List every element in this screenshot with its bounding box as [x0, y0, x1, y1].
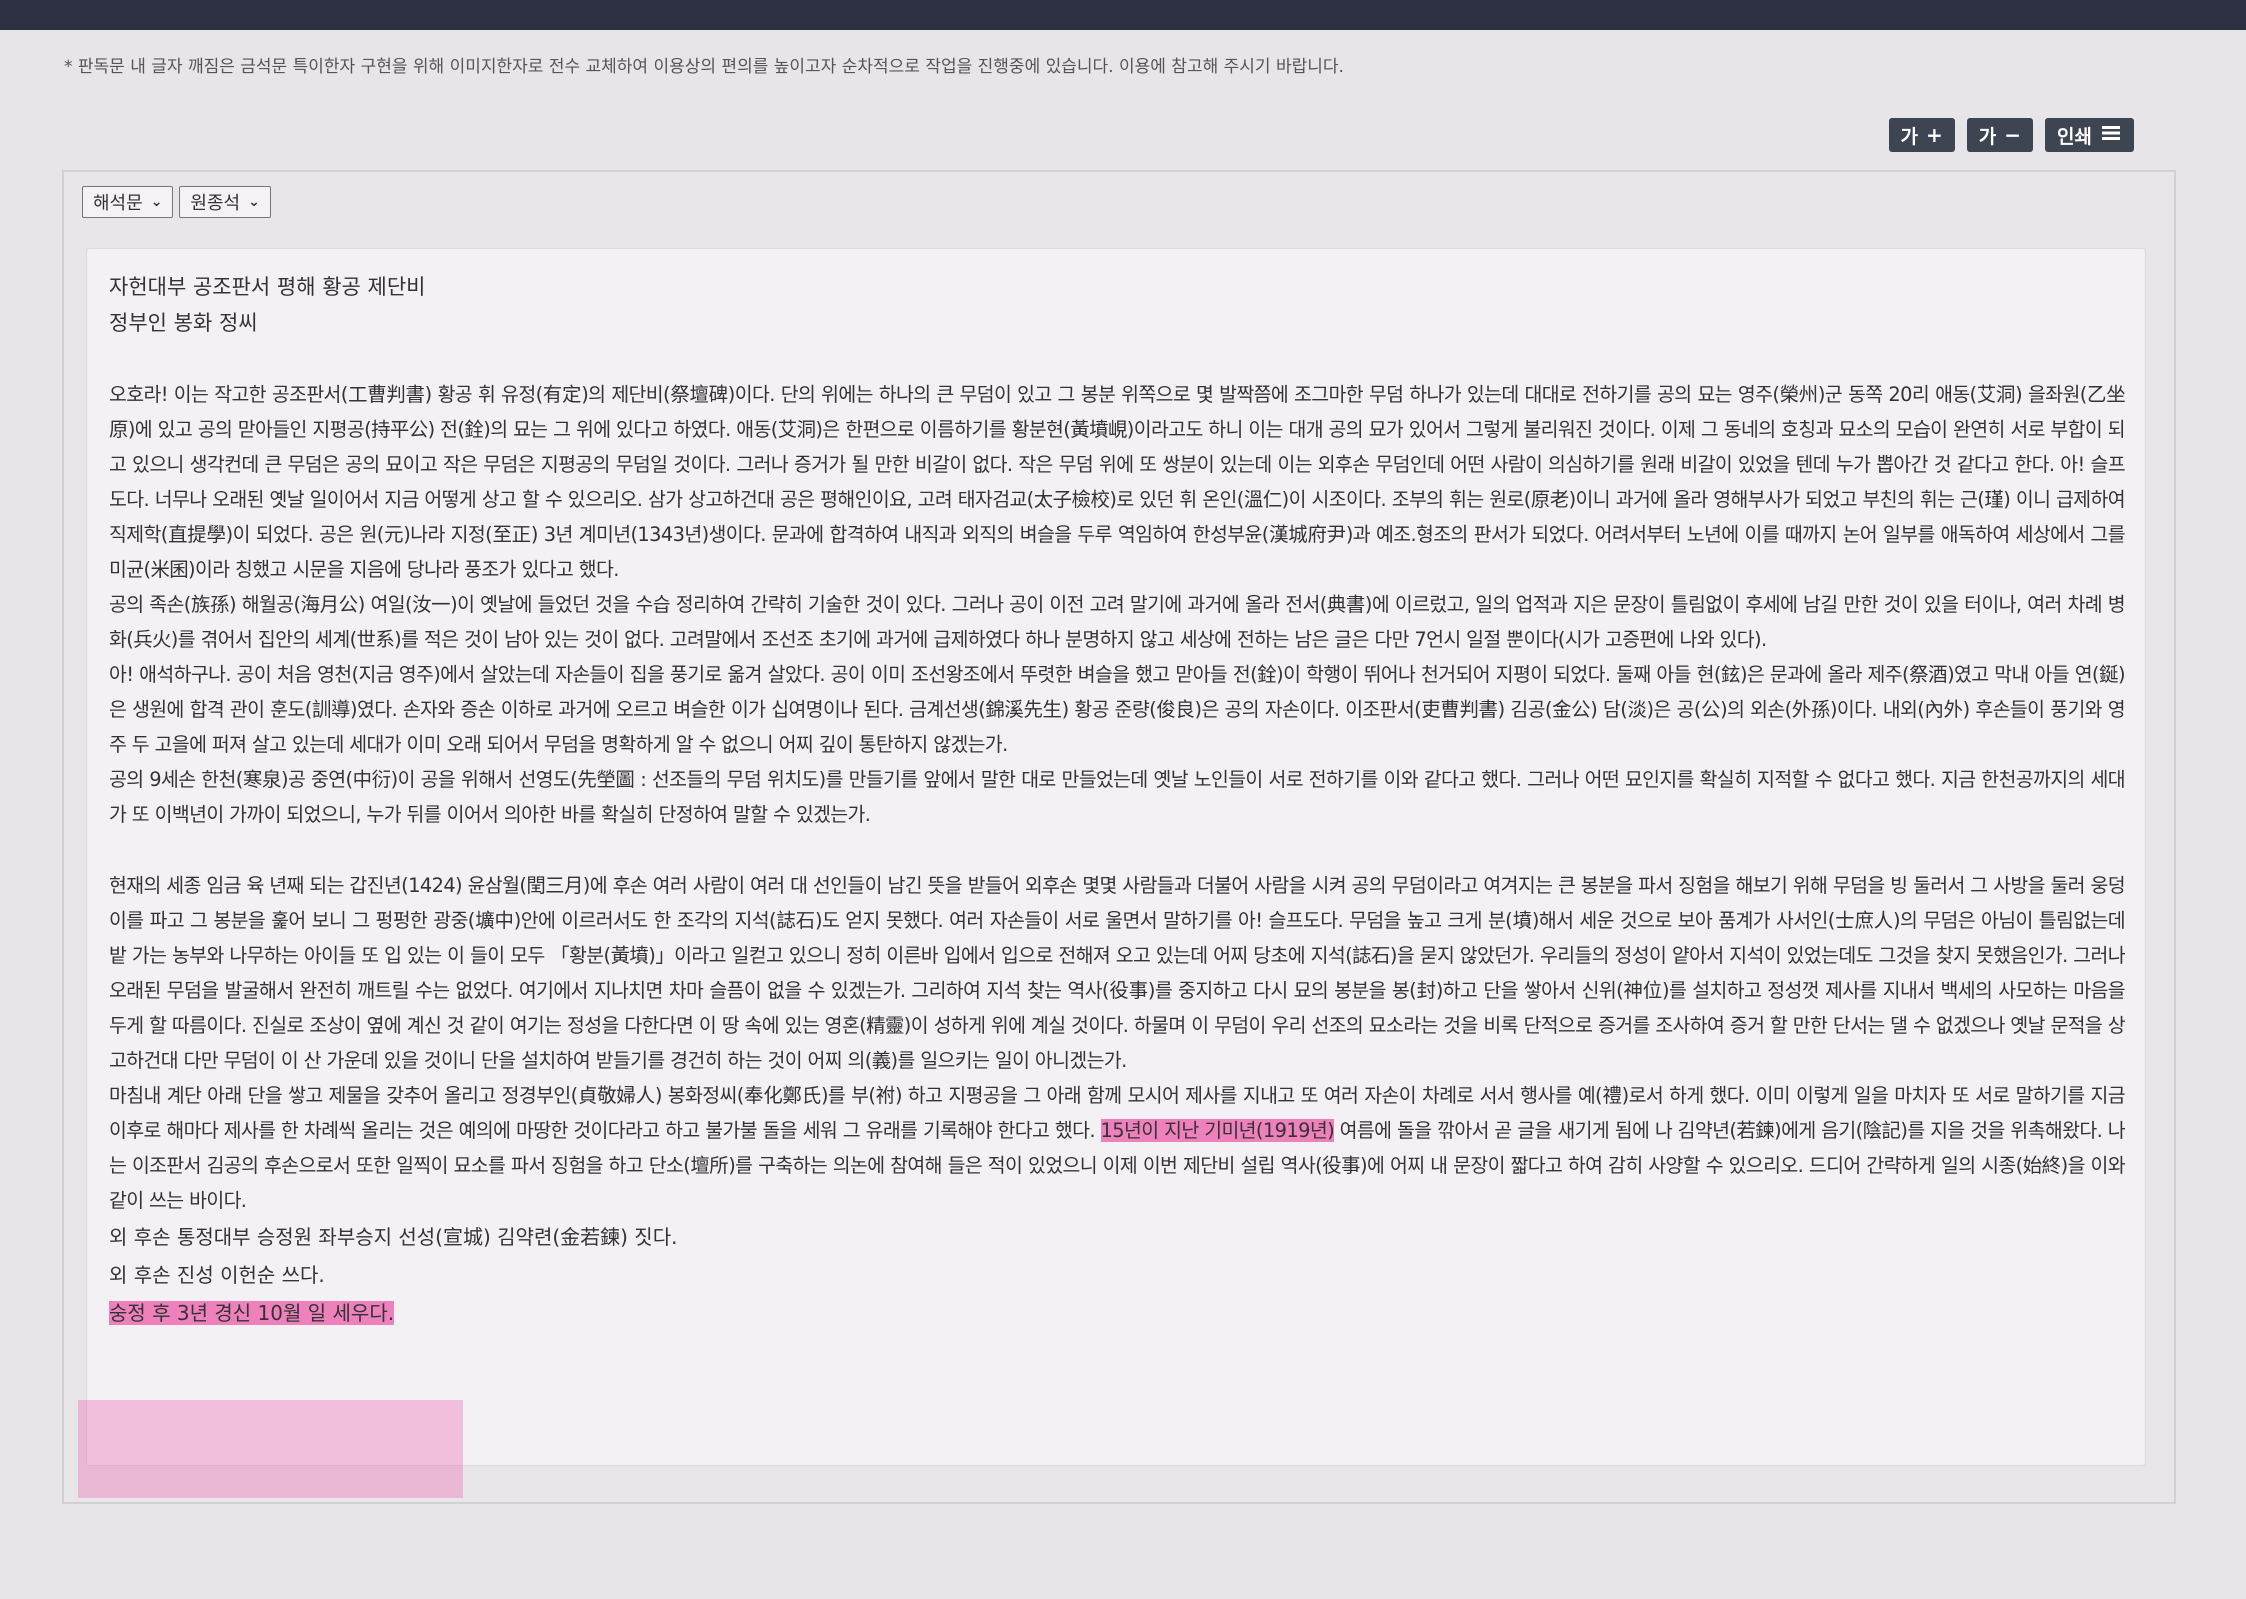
print-button[interactable]: 인쇄: [2045, 118, 2134, 152]
author-line: 외 후손 통정대부 승정원 좌부승지 선성(宣城) 김약련(金若鍊) 짓다.: [109, 1225, 678, 1249]
translation-select-value: 해석문: [93, 193, 143, 214]
highlight-mark-bottom: [78, 1400, 463, 1498]
original-select[interactable]: 원종석 ⌄: [179, 186, 271, 218]
highlighted-date: 숭정 후 3년 경신 10월 일 세우다.: [109, 1301, 395, 1325]
erected-date-line: 숭정 후 3년 경신 10월 일 세우다.: [109, 1294, 2125, 1332]
toolbar: 가 + 가 − 인쇄: [1888, 118, 2134, 152]
document-panel: 해석문 ⌄ 원종석 ⌄ 자헌대부 공조판서 평해 황공 제단비 정부인 봉화 정…: [62, 170, 2176, 1504]
font-decrease-button[interactable]: 가 −: [1966, 118, 2034, 152]
paragraph-1: 오호라! 이는 작고한 공조판서(工曹判書) 황공 휘 유정(有定)의 제단비(…: [109, 383, 2126, 581]
print-label: 인쇄: [2057, 125, 2092, 148]
original-select-value: 원종석: [190, 193, 241, 214]
translation-select[interactable]: 해석문 ⌄: [82, 186, 174, 218]
chevron-down-icon: ⌄: [248, 194, 260, 210]
view-selects: 해석문 ⌄ 원종석 ⌄: [82, 186, 271, 218]
calligrapher-line: 외 후손 진성 이헌순 쓰다.: [109, 1263, 325, 1287]
highlighted-text: 15년이 지난 기미년(1919년): [1100, 1119, 1335, 1142]
top-bar: [0, 0, 2246, 30]
font-increase-label: 가: [1900, 125, 1919, 148]
font-decrease-label: 가: [1978, 125, 1997, 148]
paragraph-6: 마침내 계단 아래 단을 쌓고 제물을 갖추어 올리고 정경부인(貞敬婦人) 봉…: [109, 1078, 2126, 1218]
paragraph-3: 아! 애석하구나. 공이 처음 영천(지금 영주)에서 살았는데 자손들이 집을…: [109, 663, 2126, 756]
plus-icon: +: [1926, 123, 1943, 147]
minus-icon: −: [2004, 123, 2022, 147]
print-icon: [2100, 123, 2122, 148]
paragraph-4: 공의 9세손 한천(寒泉)공 중연(中衍)이 공을 위해서 선영도(先塋圖 : …: [109, 768, 2126, 826]
document-title: 자헌대부 공조판서 평해 황공 제단비: [109, 275, 426, 299]
notice-text: * 판독문 내 글자 깨짐은 금석문 특이한자 구현을 위해 이미지한자로 전수…: [64, 57, 1344, 77]
document-content: 자헌대부 공조판서 평해 황공 제단비 정부인 봉화 정씨 오호라! 이는 작고…: [86, 248, 2146, 1466]
chevron-down-icon: ⌄: [150, 194, 163, 210]
document-subtitle: 정부인 봉화 정씨: [109, 311, 258, 335]
paragraph-2: 공의 족손(族孫) 해월공(海月公) 여일(汝一)이 옛날에 들었던 것을 수습…: [109, 593, 2126, 651]
font-increase-button[interactable]: 가 +: [1888, 118, 1955, 152]
paragraph-5: 현재의 세종 임금 육 년째 되는 갑진년(1424) 윤삼월(閏三月)에 후손…: [109, 874, 2126, 1072]
